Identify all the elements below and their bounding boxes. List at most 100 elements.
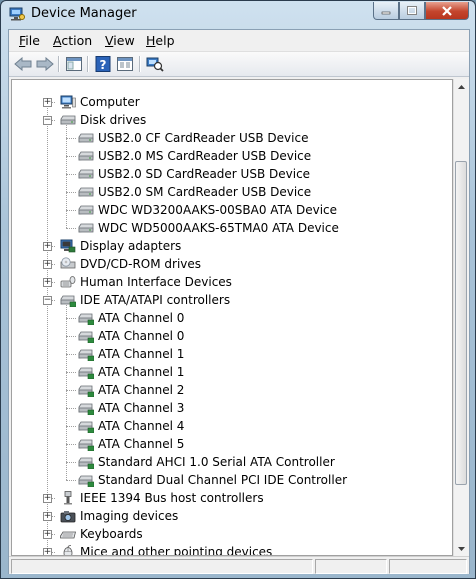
expand-toggle[interactable]: +	[43, 512, 52, 521]
console-tree-icon	[66, 57, 82, 71]
title-bar[interactable]: Device Manager	[1, 1, 475, 27]
disk-drive-icon	[78, 131, 94, 145]
computer-icon	[60, 95, 76, 109]
help-button[interactable]: ?	[93, 55, 113, 73]
disk-drive-icon	[78, 203, 94, 217]
collapse-toggle[interactable]: −	[43, 116, 52, 125]
expand-toggle[interactable]: +	[43, 494, 52, 503]
device-manager-window: Device Manager File Action View Help ? C…	[0, 0, 476, 579]
tree-item-label: Mice and other pointing devices	[80, 545, 273, 556]
expand-toggle[interactable]: +	[43, 530, 52, 539]
maximize-button[interactable]	[399, 2, 425, 20]
tree-guide-line	[66, 174, 76, 175]
tree-item-label: Imaging devices	[80, 509, 179, 523]
hid-icon	[60, 275, 76, 289]
close-button[interactable]	[425, 2, 469, 20]
tree-device[interactable]: ATA Channel 3	[78, 399, 184, 417]
tree-guide-line	[66, 210, 76, 211]
tree-device[interactable]: USB2.0 SM CardReader USB Device	[78, 183, 311, 201]
tree-guide-line	[66, 444, 76, 445]
client-area: File Action View Help ? Computer + Disk …	[8, 29, 470, 574]
scroll-up-arrow-icon	[458, 84, 465, 89]
forward-button[interactable]	[35, 55, 55, 73]
device-tree[interactable]: Computer + Disk drives − USB2.0 CF CardReade…	[11, 79, 453, 556]
tree-category[interactable]: DVD/CD-ROM drives	[60, 255, 201, 273]
tree-item-label: WDC WD5000AAKS-65TMA0 ATA Device	[98, 221, 339, 235]
scan-hardware-changes-button[interactable]	[145, 55, 165, 73]
help-icon: ?	[95, 56, 111, 72]
status-bar	[9, 556, 469, 574]
back-arrow-icon	[14, 57, 32, 71]
collapse-toggle[interactable]: −	[43, 296, 52, 305]
tree-category[interactable]: Computer	[60, 93, 140, 111]
svg-text:?: ?	[100, 58, 107, 72]
tree-category[interactable]: Mice and other pointing devices	[60, 543, 273, 556]
tree-device[interactable]: Standard Dual Channel PCI IDE Controller	[78, 471, 347, 489]
disk-drive-icon	[78, 149, 94, 163]
tree-device[interactable]: ATA Channel 0	[78, 327, 184, 345]
tree-category[interactable]: IDE ATA/ATAPI controllers	[60, 291, 230, 309]
scroll-up-button[interactable]	[454, 79, 469, 94]
tree-item-label: Human Interface Devices	[80, 275, 232, 289]
menu-file[interactable]: File	[19, 33, 40, 48]
ide-controller-icon	[78, 401, 95, 416]
mouse-icon	[60, 545, 76, 555]
disk-drive-icon	[78, 185, 94, 199]
show-hide-console-tree-button[interactable]	[64, 55, 84, 73]
tree-device[interactable]: Standard AHCI 1.0 Serial ATA Controller	[78, 453, 335, 471]
toolbar-separator	[58, 56, 60, 72]
tree-category[interactable]: Human Interface Devices	[60, 273, 232, 291]
tree-category[interactable]: Display adapters	[60, 237, 181, 255]
expand-toggle[interactable]: +	[43, 242, 52, 251]
tree-device[interactable]: ATA Channel 1	[78, 345, 184, 363]
keyboard-icon	[60, 527, 77, 541]
ide-controller-icon	[78, 329, 95, 344]
tree-device[interactable]: ATA Channel 2	[78, 381, 184, 399]
scroll-down-button[interactable]	[454, 541, 469, 556]
scan-hardware-icon	[146, 57, 164, 72]
properties-icon	[117, 57, 133, 71]
ieee1394-icon	[60, 491, 76, 505]
tree-item-label: ATA Channel 0	[98, 311, 185, 325]
expand-toggle[interactable]: +	[43, 548, 52, 555]
ide-controller-icon	[60, 293, 77, 308]
tree-guide-line	[66, 336, 76, 337]
tree-item-label: ATA Channel 4	[98, 419, 185, 433]
expand-toggle[interactable]: +	[43, 260, 52, 269]
tree-device[interactable]: ATA Channel 5	[78, 435, 184, 453]
tree-device[interactable]: WDC WD5000AAKS-65TMA0 ATA Device	[78, 219, 339, 237]
tree-guide-line	[66, 462, 76, 463]
tree-device[interactable]: USB2.0 SD CardReader USB Device	[78, 165, 310, 183]
back-button[interactable]	[13, 55, 33, 73]
tree-device[interactable]: ATA Channel 4	[78, 417, 184, 435]
status-cell	[315, 559, 387, 574]
menu-help[interactable]: Help	[146, 33, 175, 48]
menu-view[interactable]: View	[105, 33, 135, 48]
dvd-drive-icon	[60, 257, 76, 271]
expand-toggle[interactable]: +	[43, 278, 52, 287]
tree-category[interactable]: Keyboards	[60, 525, 143, 543]
tree-device[interactable]: ATA Channel 1	[78, 363, 184, 381]
vertical-scrollbar[interactable]	[453, 79, 469, 556]
tree-guide-line	[66, 125, 67, 228]
tree-device[interactable]: USB2.0 CF CardReader USB Device	[78, 129, 308, 147]
tree-category[interactable]: IEEE 1394 Bus host controllers	[60, 489, 264, 507]
tree-device[interactable]: WDC WD3200AAKS-00SBA0 ATA Device	[78, 201, 337, 219]
scrollbar-thumb[interactable]	[455, 161, 467, 485]
tree-item-label: USB2.0 SD CardReader USB Device	[98, 167, 311, 181]
properties-button[interactable]	[115, 55, 135, 73]
tree-category[interactable]: Imaging devices	[60, 507, 178, 525]
tree-item-label: IDE ATA/ATAPI controllers	[80, 293, 231, 307]
tree-device[interactable]: ATA Channel 0	[78, 309, 184, 327]
minimize-button[interactable]	[373, 2, 399, 20]
menu-action[interactable]: Action	[53, 33, 92, 48]
tree-item-label: ATA Channel 2	[98, 383, 185, 397]
tree-device[interactable]: USB2.0 MS CardReader USB Device	[78, 147, 311, 165]
tree-category[interactable]: Disk drives	[60, 111, 146, 129]
ide-controller-icon	[78, 383, 95, 398]
expand-toggle[interactable]: +	[43, 98, 52, 107]
toolbar: ?	[9, 52, 469, 77]
tree-item-label: Standard Dual Channel PCI IDE Controller	[98, 473, 348, 487]
tree-guide-line	[66, 318, 76, 319]
scroll-down-arrow-icon	[458, 546, 465, 551]
